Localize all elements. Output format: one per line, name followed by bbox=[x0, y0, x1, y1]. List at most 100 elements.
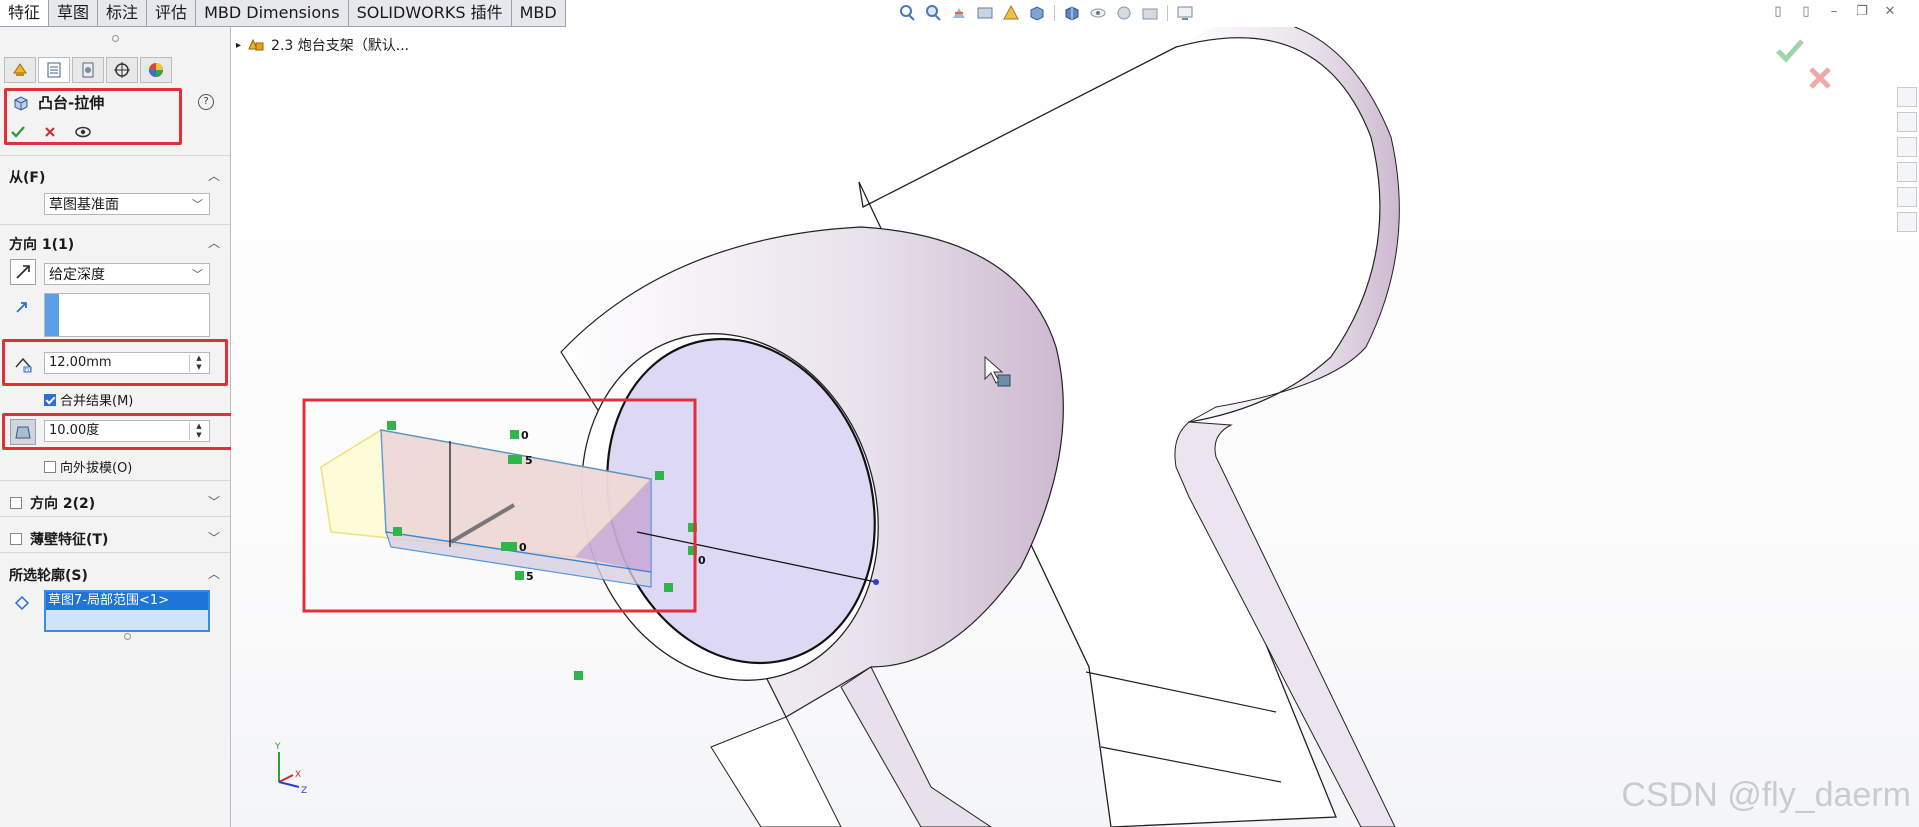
dimension-label: 0 bbox=[698, 554, 706, 567]
thin-feature-section-header[interactable]: 薄壁特征(T) bbox=[10, 529, 108, 549]
tab-mbd-dimensions[interactable]: MBD Dimensions bbox=[196, 0, 349, 26]
display-manager-icon bbox=[149, 63, 163, 77]
from-select-value: 草图基准面 bbox=[49, 197, 119, 213]
tile-left-icon[interactable]: ▯ bbox=[1771, 5, 1785, 19]
manager-tabs bbox=[4, 57, 172, 83]
direction2-label: 方向 2(2) bbox=[30, 496, 96, 512]
highlight-box-title bbox=[4, 88, 182, 145]
model-view[interactable]: 0 5 0 5 0 Y X Z bbox=[231, 27, 1919, 827]
direction-vector-icon bbox=[16, 302, 27, 313]
end-condition-select[interactable]: 给定深度 ﹀ bbox=[44, 263, 210, 285]
minimize-icon[interactable]: – bbox=[1827, 5, 1841, 19]
expand-chevron-icon[interactable]: ﹀ bbox=[208, 493, 220, 510]
sketch-handle[interactable] bbox=[655, 471, 664, 480]
dynamic-annotation-icon[interactable] bbox=[1002, 4, 1020, 22]
close-icon[interactable]: ✕ bbox=[1883, 5, 1897, 19]
heads-up-view-toolbar bbox=[898, 4, 1194, 22]
triad-y-label: Y bbox=[274, 742, 281, 752]
triad-x-axis bbox=[278, 774, 294, 783]
toolbar-separator bbox=[1167, 5, 1168, 21]
triad-z-label: Z bbox=[301, 786, 307, 796]
dimension-label: 5 bbox=[525, 454, 533, 467]
contour-list-item[interactable]: 草图7-局部范围<1> bbox=[46, 592, 208, 610]
restore-icon[interactable]: ❐ bbox=[1855, 5, 1869, 19]
dimxpert-tab[interactable] bbox=[106, 57, 138, 83]
selected-contours-header[interactable]: 所选轮廓(S) bbox=[9, 565, 88, 585]
view-orientation-icon[interactable] bbox=[1028, 4, 1046, 22]
command-manager-tabs: 特征 草图 标注 评估 MBD Dimensions SOLIDWORKS 插件… bbox=[0, 0, 566, 27]
property-manager: 凸台-拉伸 ? 从(F) ︿ 草图基准面 ﹀ 方向 1(1) ︿ 给定深度 ﹀ … bbox=[0, 27, 242, 827]
sketch-handle[interactable] bbox=[574, 671, 583, 680]
section-divider bbox=[0, 155, 230, 156]
section-divider bbox=[0, 224, 230, 225]
collapse-chevron-icon[interactable]: ︿ bbox=[208, 234, 220, 251]
sketch-handle[interactable] bbox=[387, 421, 396, 430]
help-icon[interactable]: ? bbox=[198, 94, 214, 110]
view-settings-icon[interactable] bbox=[1176, 4, 1194, 22]
tab-sketch[interactable]: 草图 bbox=[49, 0, 99, 26]
draft-outward-label: 向外拔模(O) bbox=[60, 461, 133, 476]
expand-chevron-icon[interactable]: ﹀ bbox=[208, 529, 220, 546]
direction2-checkbox[interactable] bbox=[10, 497, 22, 509]
highlight-box-depth bbox=[2, 339, 228, 386]
configurationmanager-icon bbox=[82, 62, 94, 78]
merge-result-row[interactable]: 合并结果(M) bbox=[44, 390, 133, 409]
bracket-arm-left bbox=[840, 666, 992, 827]
tile-right-icon[interactable]: ▯ bbox=[1799, 5, 1813, 19]
merge-result-label: 合并结果(M) bbox=[60, 394, 134, 409]
edit-appearance-icon[interactable] bbox=[1115, 4, 1133, 22]
tab-features[interactable]: 特征 bbox=[0, 0, 50, 26]
section-divider bbox=[0, 516, 230, 517]
propertymanager-icon bbox=[47, 62, 61, 78]
listbox-resize-grip[interactable] bbox=[124, 633, 131, 640]
section-view-icon[interactable] bbox=[976, 4, 994, 22]
end-condition-value: 给定深度 bbox=[49, 267, 105, 283]
direction-reference-listbox[interactable] bbox=[44, 293, 210, 337]
collapse-chevron-icon[interactable]: ︿ bbox=[208, 565, 220, 582]
panel-resize-grip[interactable] bbox=[112, 35, 119, 42]
direction1-section-header[interactable]: 方向 1(1) bbox=[9, 234, 74, 254]
previous-view-icon[interactable] bbox=[950, 4, 968, 22]
triad-x-label: X bbox=[295, 770, 301, 780]
draft-outward-row[interactable]: 向外拔模(O) bbox=[44, 457, 132, 476]
selected-contours-listbox[interactable]: 草图7-局部范围<1> bbox=[44, 590, 210, 632]
relation-marker bbox=[508, 455, 522, 464]
tab-markup[interactable]: 标注 bbox=[98, 0, 148, 26]
contour-icon bbox=[14, 595, 30, 611]
relation-marker bbox=[515, 571, 524, 580]
relation-marker bbox=[510, 430, 519, 439]
tab-solidworks-addins[interactable]: SOLIDWORKS 插件 bbox=[348, 0, 512, 26]
featuremanager-tab[interactable] bbox=[4, 57, 36, 83]
display-manager-tab[interactable] bbox=[140, 57, 172, 83]
configurationmanager-tab[interactable] bbox=[72, 57, 104, 83]
zoom-to-fit-icon[interactable] bbox=[898, 4, 916, 22]
display-style-icon[interactable] bbox=[1063, 4, 1081, 22]
axis-endpoint[interactable] bbox=[873, 579, 879, 585]
highlight-box-draft bbox=[2, 413, 242, 450]
from-start-condition-select[interactable]: 草图基准面 ﹀ bbox=[44, 193, 210, 215]
listbox-active-bar bbox=[45, 294, 59, 336]
tab-evaluate[interactable]: 评估 bbox=[147, 0, 197, 26]
sketch-handle[interactable] bbox=[393, 527, 402, 536]
from-section-header[interactable]: 从(F) bbox=[9, 167, 45, 187]
draft-outward-checkbox[interactable] bbox=[44, 460, 56, 473]
chevron-down-icon: ﹀ bbox=[192, 198, 203, 211]
direction2-section-header[interactable]: 方向 2(2) bbox=[10, 493, 95, 513]
thin-feature-checkbox[interactable] bbox=[10, 533, 22, 545]
apply-scene-icon[interactable] bbox=[1141, 4, 1159, 22]
tab-mbd[interactable]: MBD bbox=[511, 0, 566, 26]
featuremanager-icon bbox=[13, 63, 27, 76]
watermark: CSDN @fly_daerm bbox=[1621, 776, 1911, 814]
sketch-handle[interactable] bbox=[664, 583, 673, 592]
dimension-label: 5 bbox=[526, 570, 534, 583]
graphics-area[interactable]: ▸ 2.3 炮台支架（默认... 0 5 0 5 0 Y X Z CSDN @f… bbox=[231, 27, 1919, 827]
collapse-chevron-icon[interactable]: ︿ bbox=[208, 167, 220, 184]
propertymanager-tab[interactable] bbox=[38, 57, 70, 83]
bracket-arm-left-face bbox=[710, 716, 842, 827]
reverse-direction-button[interactable] bbox=[10, 259, 36, 285]
hide-show-items-icon[interactable] bbox=[1089, 4, 1107, 22]
merge-result-checkbox[interactable] bbox=[44, 393, 56, 406]
toolbar-separator bbox=[1054, 5, 1055, 21]
zoom-to-area-icon[interactable] bbox=[924, 4, 942, 22]
dimxpert-icon bbox=[114, 62, 130, 78]
